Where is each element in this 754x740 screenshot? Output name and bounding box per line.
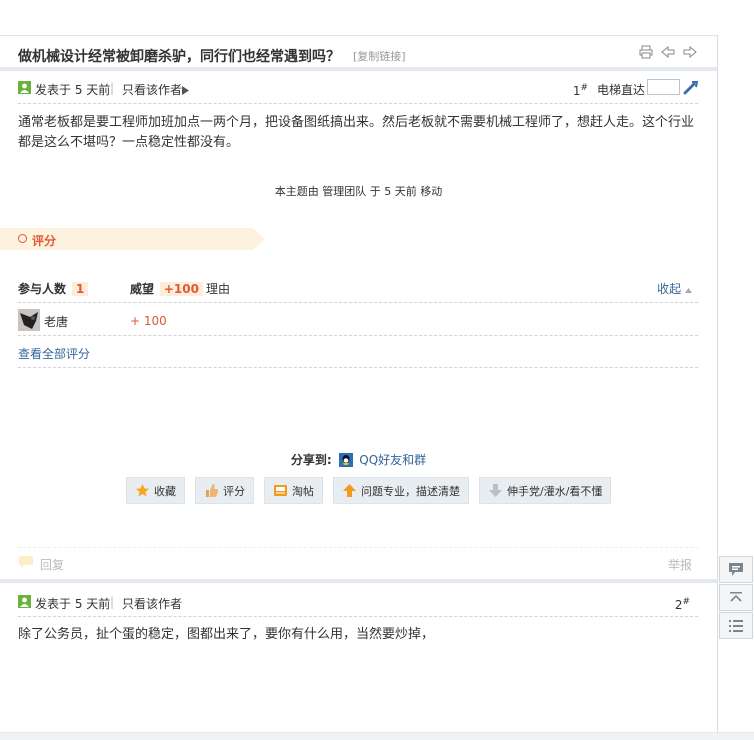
qq-icon[interactable]: [339, 453, 354, 467]
divider: |: [110, 81, 115, 95]
post-meta: 发表于 5 天前 | 只看该作者 2#: [18, 593, 698, 613]
previous-thread-icon[interactable]: [660, 44, 676, 60]
floor-number: 2#: [674, 597, 690, 612]
tray-icon: [274, 485, 287, 496]
separator: [0, 67, 717, 71]
rating-header: 参与人数 1 威望 +100 理由 收起: [18, 280, 698, 298]
rate-button[interactable]: 评分: [195, 477, 254, 504]
print-icon[interactable]: [638, 44, 654, 60]
rating-row: 老唐 + 100: [18, 309, 698, 331]
reply-button[interactable]: 回复: [40, 556, 64, 573]
star-icon: [136, 484, 149, 497]
reply-row: 回复 举报: [18, 555, 698, 573]
moved-note: 本主题由 管理团队 于 5 天前 移动: [274, 185, 443, 198]
arrow-up-icon: [343, 484, 356, 497]
action-buttons: 收藏 评分 淘帖 问题专业，描述清楚 伸手党/灌水/看不懂: [126, 477, 612, 504]
elevator-label: 电梯直达: [596, 83, 645, 97]
prestige-label: 威望: [130, 282, 155, 296]
post-meta: 发表于 5 天前 | 只看该作者 1# 电梯直达: [18, 79, 699, 99]
rating-circle-icon: [18, 234, 27, 243]
only-author-link[interactable]: 只看该作者: [122, 81, 182, 98]
report-button[interactable]: 举报: [668, 556, 692, 573]
rating-banner: 评分: [0, 228, 265, 250]
next-thread-icon[interactable]: [682, 44, 698, 60]
post-content: 除了公务员，扯个蛋的稳定，图都出来了，要你有什么用，当然要炒掉，: [18, 627, 435, 642]
favorite-button[interactable]: 收藏: [126, 477, 185, 504]
taotie-button[interactable]: 淘帖: [264, 477, 323, 504]
reply-icon[interactable]: [18, 555, 34, 572]
separator: [0, 579, 717, 583]
oppose-button[interactable]: 伸手党/灌水/看不懂: [479, 477, 612, 504]
online-user-icon: [18, 595, 31, 608]
reason-label: 理由: [206, 282, 231, 296]
side-dock: [719, 556, 753, 640]
rater-name[interactable]: 老唐: [44, 313, 68, 330]
post-content: 通常老板都是要工程师加班加点一两个月，把设备图纸搞出来。然后老板就不需要机械工程…: [18, 115, 695, 150]
share-row: 分享到: QQ好友和群: [0, 451, 717, 468]
elevator-go-icon[interactable]: [683, 80, 699, 98]
dashed-divider: [18, 302, 698, 303]
share-qq-link[interactable]: QQ好友和群: [359, 453, 426, 467]
comment-icon: [729, 563, 743, 576]
thread-title: 做机械设计经常被卸磨杀驴，同行们也经常遇到吗？: [18, 49, 340, 65]
thread-header: 做机械设计经常被卸磨杀驴，同行们也经常遇到吗？ [复制链接]: [18, 44, 698, 66]
post-time: 发表于 5 天前: [35, 83, 111, 97]
back-to-top-button[interactable]: [719, 584, 753, 611]
rating-title: 评分: [32, 234, 57, 248]
floor-number: 1#: [572, 83, 588, 98]
only-author-link[interactable]: 只看该作者: [122, 595, 182, 612]
post-time: 发表于 5 天前: [35, 597, 111, 611]
arrow-down-icon: [489, 484, 502, 497]
return-to-list-button[interactable]: [719, 612, 753, 639]
avatar[interactable]: [18, 309, 40, 331]
divider: |: [110, 595, 115, 609]
dashed-divider: [18, 547, 698, 548]
participants-label: 参与人数: [18, 282, 67, 296]
list-icon: [729, 619, 743, 632]
dashed-divider: [18, 616, 698, 617]
view-all-ratings-link[interactable]: 查看全部评分: [18, 345, 90, 362]
support-button[interactable]: 问题专业，描述清楚: [333, 477, 469, 504]
participants-count: 1: [71, 282, 89, 296]
dashed-divider: [18, 367, 698, 368]
elevator-input[interactable]: [647, 79, 680, 95]
rater-score: + 100: [130, 314, 167, 328]
copy-link-button[interactable]: [复制链接]: [353, 48, 406, 64]
back-to-top-icon: [730, 591, 742, 602]
dashed-divider: [18, 103, 698, 104]
play-arrow-icon[interactable]: [182, 84, 189, 98]
online-user-icon: [18, 81, 31, 94]
caret-up-icon: [685, 288, 692, 293]
reply-dock-button[interactable]: [719, 556, 753, 583]
share-label: 分享到:: [290, 453, 332, 467]
dashed-divider: [18, 335, 698, 336]
collapse-rating-button[interactable]: 收起: [657, 280, 692, 297]
prestige-total: +100: [159, 282, 203, 296]
thumbs-up-icon: [206, 484, 219, 497]
